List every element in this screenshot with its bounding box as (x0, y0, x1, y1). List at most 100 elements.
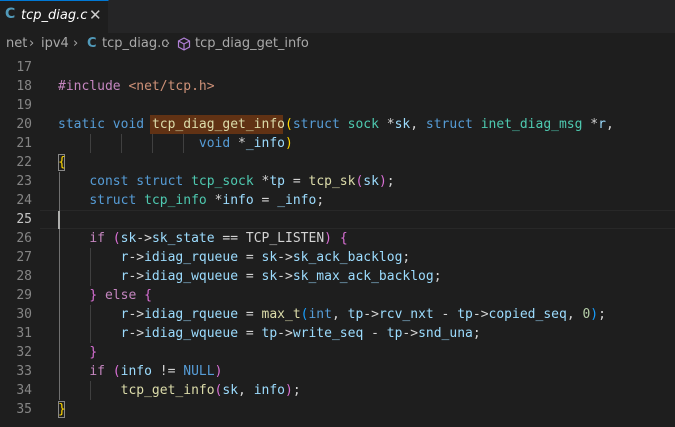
code-token: sock (347, 117, 387, 132)
line-number: 25 (16, 212, 32, 227)
code-line[interactable]: 32 } (0, 343, 675, 362)
code-token: tp (347, 307, 364, 322)
code-token: sk_ack_backlog (292, 250, 403, 265)
code-line[interactable]: 30 r->idiag_rqueue = max_t(int, tp->rcv_… (0, 305, 675, 324)
code-token: tp (261, 326, 278, 341)
code-line[interactable]: 28 r->idiag_wqueue = sk->sk_max_ack_back… (0, 267, 675, 286)
code-editor[interactable]: 17 18 #include <net/tcp.h> 19 20 static void … (0, 55, 675, 427)
code-line[interactable]: 17 (0, 58, 675, 77)
code-line[interactable]: 20 static void tcp_diag_get_info(struct s… (0, 115, 675, 134)
code-token: = (238, 250, 262, 265)
code-line[interactable]: 25 (0, 210, 675, 229)
line-number: 19 (16, 98, 32, 113)
code-token: , (410, 117, 426, 132)
code-token: = (253, 193, 278, 208)
code-token: -> (136, 231, 152, 246)
code-token: - (363, 326, 387, 341)
code-line[interactable]: 23 const struct tcp_sock *tp = tcp_sk(sk… (0, 172, 675, 191)
code-text: r->idiag_rqueue = sk->sk_ack_backlog; (58, 248, 411, 267)
c-file-icon: C (5, 6, 16, 22)
line-number: 18 (16, 79, 32, 94)
code-token: sk_state (151, 231, 215, 246)
code-line[interactable]: 34 tcp_get_info(sk, info); (0, 381, 675, 400)
code-line[interactable]: 19 (0, 96, 675, 115)
code-line[interactable]: 24 struct tcp_info *info = _info; (0, 191, 675, 210)
code-token: -> (128, 250, 145, 265)
code-token: tcp_get_info (120, 383, 215, 398)
code-token: #include (58, 79, 129, 94)
code-token: else (104, 288, 145, 303)
code-token: copied_seq (488, 307, 567, 322)
code-token: , (566, 307, 583, 322)
code-text: } (58, 343, 97, 362)
code-line[interactable]: 18 #include <net/tcp.h> (0, 77, 675, 96)
line-number: 26 (16, 231, 32, 246)
code-line[interactable]: 33 if (info != NULL) (0, 362, 675, 381)
code-line[interactable]: 35} (0, 400, 675, 419)
code-token: ) (285, 136, 293, 151)
code-line[interactable]: 22 { (0, 153, 675, 172)
line-number: 34 (16, 383, 32, 398)
code-token: rcv_nxt (378, 307, 434, 322)
code-token: NULL (183, 364, 215, 379)
code-token: _info (245, 136, 285, 151)
code-text: #include <net/tcp.h> (58, 77, 215, 96)
code-token: ( (112, 231, 121, 246)
code-token: struct (89, 193, 145, 208)
line-number: 27 (16, 250, 32, 265)
code-token: != (151, 364, 184, 379)
code-token: tcp_sock (191, 174, 262, 189)
code-token: ) (214, 364, 223, 379)
code-token: struct (425, 117, 481, 132)
code-token: -> (363, 307, 379, 322)
code-text: struct tcp_info *info = _info; (58, 191, 324, 210)
code-token: -> (128, 326, 145, 341)
code-line[interactable]: 31 r->idiag_wqueue = tp->write_seq - tp-… (0, 324, 675, 343)
code-token: ) (285, 383, 293, 398)
code-token: max_t (261, 307, 301, 322)
code-line[interactable]: 21 void *_info) (0, 134, 675, 153)
code-token: tcp_info (144, 193, 215, 208)
code-line[interactable]: 26 if (sk->sk_state == TCP_LISTEN) { (0, 229, 675, 248)
breadcrumb-item-ipv4[interactable]: ipv4 (41, 36, 69, 51)
code-token: } (89, 288, 98, 303)
code-token: -> (128, 307, 145, 322)
chevron-right-icon: › (73, 36, 79, 51)
breadcrumb-item-symbol[interactable]: tcp_diag_get_info (195, 36, 309, 51)
code-token: info (253, 383, 285, 398)
code-token: sk (363, 174, 379, 189)
breadcrumb-item-net[interactable]: net (6, 36, 27, 51)
code-text: r->idiag_wqueue = sk->sk_max_ack_backlog… (58, 267, 442, 286)
code-token: { (58, 155, 66, 170)
code-line[interactable]: 29 } else { (0, 286, 675, 305)
line-number: 30 (16, 307, 32, 322)
code-token: idiag_rqueue (144, 250, 239, 265)
code-token: void (112, 117, 152, 132)
code-token: r (598, 117, 606, 132)
code-line[interactable]: 27 r->idiag_rqueue = sk->sk_ack_backlog; (0, 248, 675, 267)
code-token: ; (598, 307, 606, 322)
code-token: * (590, 117, 599, 132)
code-token: inet_diag_msg (480, 117, 591, 132)
code-token: == (214, 231, 246, 246)
close-icon[interactable]: ✕ (89, 6, 102, 24)
code-token: ; (433, 269, 442, 284)
breadcrumb-item-file[interactable]: tcp_diag.c (102, 36, 168, 51)
code-token: sk (261, 250, 278, 265)
code-token: ) (324, 231, 332, 246)
code-token: { (339, 231, 348, 246)
code-token: = (285, 174, 309, 189)
code-token: struct (136, 174, 192, 189)
tab-tcp-diag-c[interactable]: C tcp_diag.c ✕ (0, 0, 109, 33)
code-text: static void tcp_diag_get_info(struct soc… (58, 115, 614, 134)
code-token: ( (112, 364, 121, 379)
code-text: } (58, 400, 66, 419)
code-token: -> (128, 269, 145, 284)
code-token: tp (386, 326, 403, 341)
